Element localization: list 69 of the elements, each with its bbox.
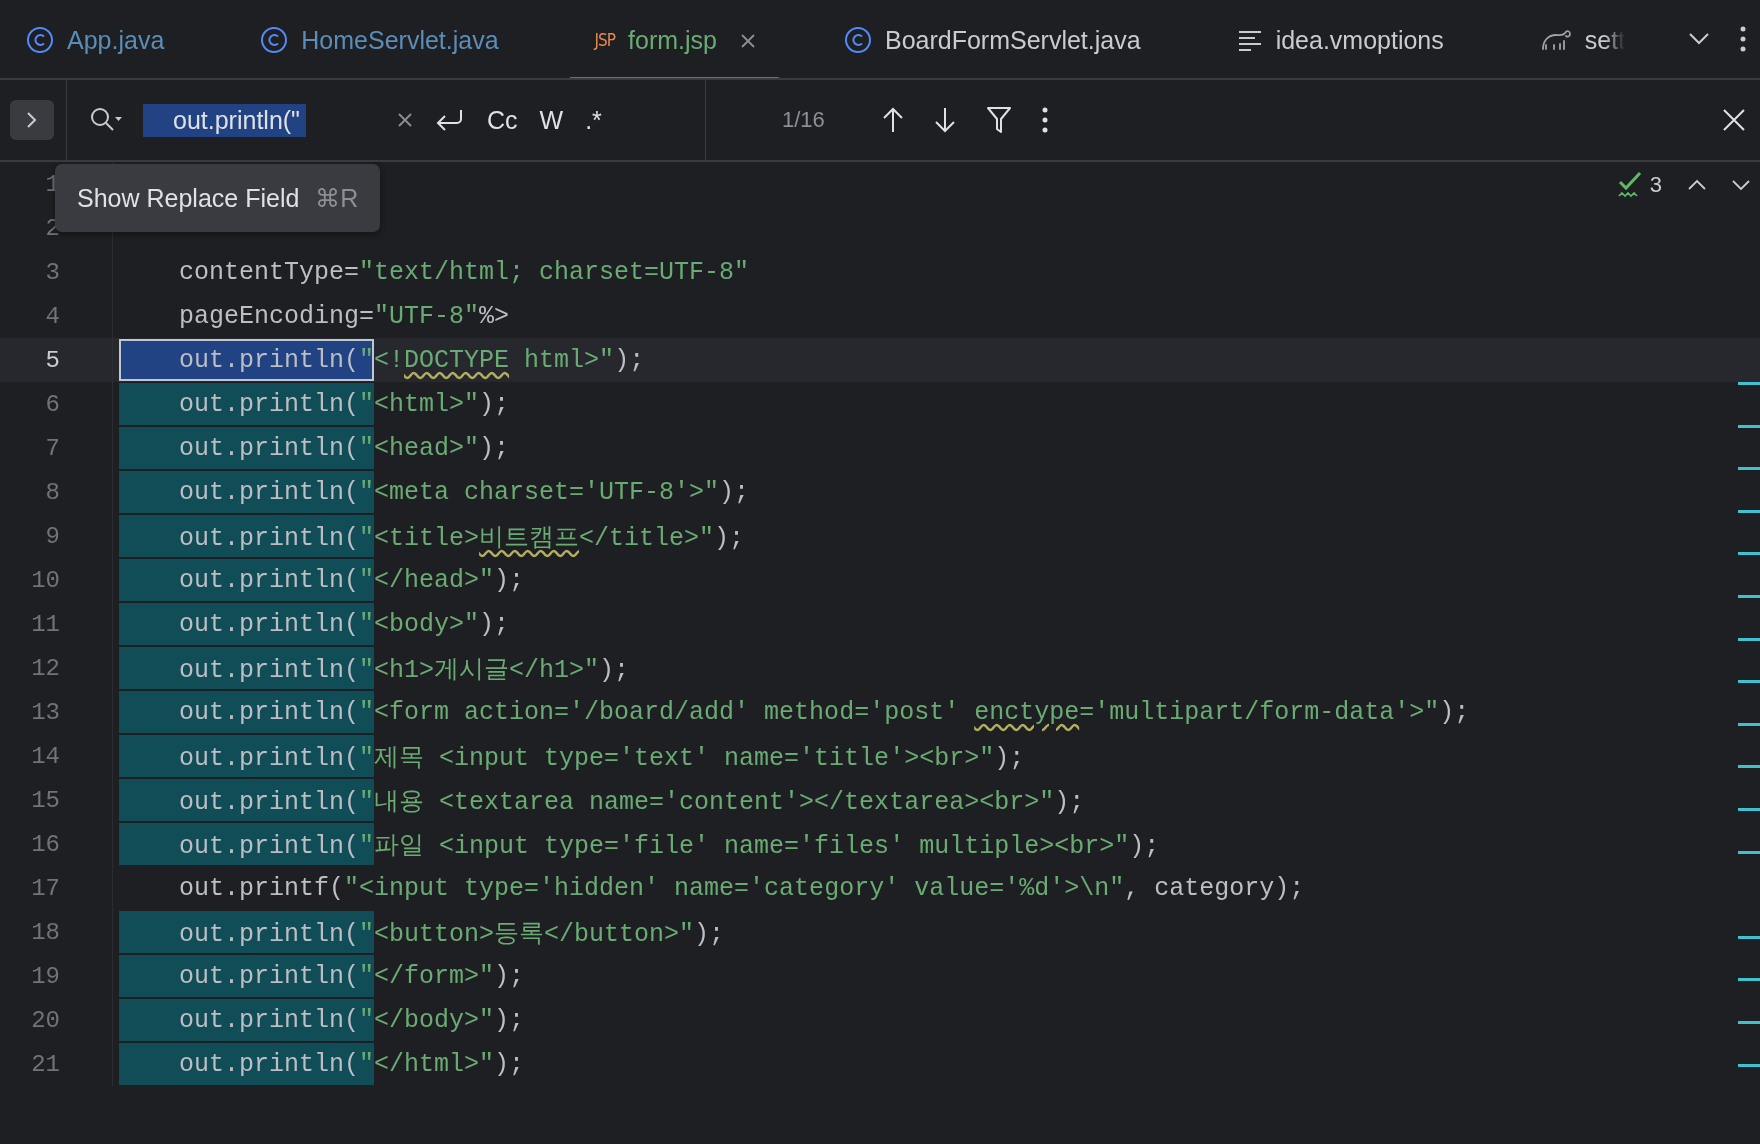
chevron-down-icon[interactable] [1732, 179, 1750, 191]
close-icon[interactable] [1722, 108, 1746, 132]
inspection-count: 3 [1649, 172, 1662, 198]
chevron-down-icon[interactable] [1688, 32, 1710, 46]
line-number: 11 [30, 610, 60, 638]
class-icon [843, 26, 872, 54]
code-line: pageEncoding="UTF-8"%> [178, 301, 510, 331]
match-case-toggle[interactable]: Cc [487, 105, 518, 135]
editor-tab[interactable]: HomeServlet.java [234, 0, 527, 78]
code-line: out.println("<form action='/board/add' method='post' enctype='multipart/form-data'>"); [178, 697, 1470, 727]
more-options-icon[interactable] [1740, 26, 1746, 52]
editor-tab[interactable]: sett [1513, 0, 1654, 78]
line-number: 16 [30, 830, 60, 858]
line-number: 17 [30, 874, 60, 902]
line-number: 21 [30, 1050, 60, 1078]
line-number: 9 [44, 522, 60, 550]
line-number: 14 [30, 742, 60, 770]
regex-toggle[interactable]: .* [585, 105, 602, 135]
code-line: out.println("내용 <textarea name='content'></textarea><br>"); [178, 786, 1085, 817]
line-number: 10 [30, 566, 60, 594]
line-number: 8 [44, 478, 60, 506]
line-number: 4 [44, 302, 60, 330]
line-number: 3 [44, 258, 60, 286]
line-number: 15 [30, 786, 60, 814]
new-line-icon[interactable] [435, 107, 465, 133]
line-number: 7 [44, 434, 60, 462]
line-number: 6 [44, 390, 60, 418]
editor-tab[interactable]: App.java [0, 0, 193, 78]
filter-icon[interactable] [986, 106, 1012, 134]
match-counter: 1/16 [782, 107, 826, 133]
code-line: out.println("</html>"); [178, 1049, 525, 1079]
class-icon [26, 26, 54, 54]
more-options-icon[interactable] [1042, 107, 1048, 133]
tab-label: sett [1584, 25, 1626, 55]
whole-words-toggle[interactable]: W [539, 105, 564, 135]
line-number: 18 [30, 918, 60, 946]
tooltip-text: Show Replace Field [77, 183, 300, 213]
arrow-up-icon[interactable] [882, 107, 904, 133]
line-number: 12 [30, 654, 60, 682]
shortcut-hint: ⌘R [315, 183, 359, 213]
code-line: contentType="text/html; charset=UTF-8" [178, 257, 750, 287]
code-line: out.println("<html>"); [178, 389, 510, 419]
line-number: 5 [44, 346, 60, 374]
line-number: 20 [30, 1006, 60, 1034]
clear-icon[interactable] [397, 112, 413, 128]
text-lines-icon [1236, 29, 1263, 51]
code-line: out.println("<h1>게시글</h1>"); [178, 654, 630, 685]
code-line: out.println("<button>등록</button>"); [178, 918, 725, 949]
code-line: out.println("</head>"); [178, 565, 525, 595]
editor-tab[interactable]: idea.vmoptions [1210, 0, 1472, 78]
code-line: out.println("<head>"); [178, 433, 510, 463]
code-line: out.println("<title>비트캠프</title>"); [178, 522, 745, 553]
class-icon [260, 26, 289, 54]
editor-tab[interactable]: JSP form.jsp [568, 0, 780, 78]
code-line: out.println("</form>"); [178, 961, 525, 991]
expand-button[interactable] [10, 100, 54, 140]
code-line: out.println("파일 <input type='file' name='files' multiple><br>"); [178, 830, 1160, 861]
line-number: 13 [30, 698, 60, 726]
code-line: out.println("제목 <input type='text' name='title'><br>"); [178, 742, 1025, 773]
code-line: out.println("<body>"); [178, 609, 510, 639]
chevron-up-icon[interactable] [1688, 179, 1706, 191]
code-line: out.println("<meta charset='UTF-8'>"); [178, 477, 750, 507]
line-number: 19 [30, 962, 60, 990]
check-icon[interactable] [1617, 172, 1644, 198]
arrow-down-icon[interactable] [934, 107, 956, 133]
code-line: out.printf("<input type='hidden' name='category' value='%d'>\n", category); [178, 873, 1305, 903]
editor-tab[interactable]: BoardFormServlet.java [817, 0, 1169, 78]
code-line: out.println("</body>"); [178, 1005, 525, 1035]
chevron-right-icon [26, 111, 38, 129]
